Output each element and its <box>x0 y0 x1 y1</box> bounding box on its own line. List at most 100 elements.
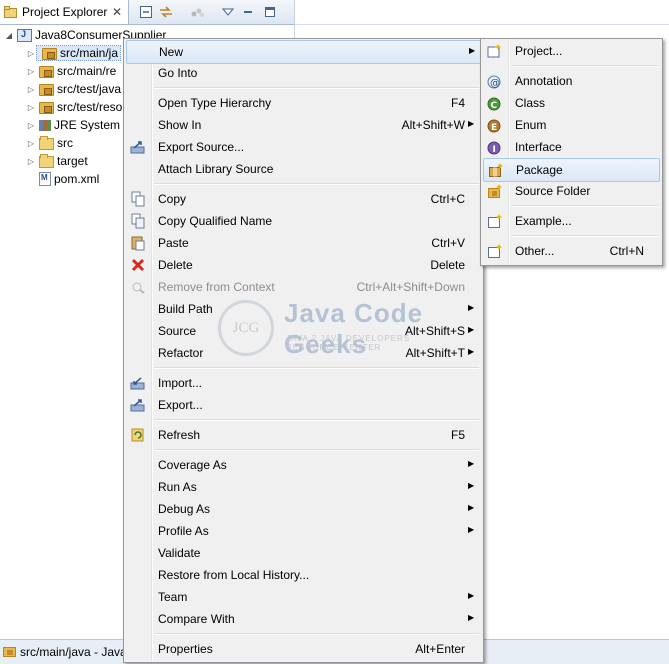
tree-item-label: src/main/re <box>57 64 117 78</box>
tree-item-src-main-java[interactable]: ▷ src/main/ja <box>26 44 122 62</box>
tree-item-label: src <box>57 136 73 150</box>
menu-item-new-class[interactable]: C Class <box>483 92 660 114</box>
expanded-twisty-icon[interactable]: ◢ <box>4 30 14 40</box>
enum-icon: E <box>487 117 503 133</box>
submenu-arrow-icon: ▶ <box>468 503 475 512</box>
collapsed-twisty-icon[interactable]: ▷ <box>26 84 36 94</box>
svg-text:@: @ <box>490 78 500 89</box>
close-icon[interactable]: ✕ <box>112 5 122 19</box>
source-folder-icon <box>487 183 503 199</box>
source-folder-icon <box>3 645 17 660</box>
tree-item-label: pom.xml <box>54 172 100 186</box>
menu-item-build-path[interactable]: Build Path ▶ <box>126 298 481 320</box>
menu-separator <box>154 183 479 185</box>
view-tabbar: Project Explorer ✕ <box>0 0 294 25</box>
menu-item-refresh[interactable]: Refresh F5 <box>126 424 481 446</box>
menu-item-go-into[interactable]: Go Into <box>126 62 481 84</box>
menu-separator <box>154 633 479 635</box>
library-icon <box>39 120 51 131</box>
tree-item-src-test-java[interactable]: ▷ src/test/java <box>26 80 121 98</box>
menu-item-export[interactable]: Export... <box>126 394 481 416</box>
paste-icon <box>130 235 146 251</box>
menu-item-remove-from-context[interactable]: Remove from Context Ctrl+Alt+Shift+Down <box>126 276 481 298</box>
package-icon <box>488 162 504 178</box>
import-icon <box>130 375 146 391</box>
collapsed-twisty-icon[interactable]: ▷ <box>26 102 36 112</box>
tree-item-src-test-resources[interactable]: ▷ src/test/reso <box>26 98 122 116</box>
tree-item-src-main-resources[interactable]: ▷ src/main/re <box>26 62 116 80</box>
menu-item-debug-as[interactable]: Debug As ▶ <box>126 498 481 520</box>
menu-item-validate[interactable]: Validate <box>126 542 481 564</box>
collapsed-twisty-icon[interactable]: ▷ <box>26 156 36 166</box>
menu-item-compare-with[interactable]: Compare With ▶ <box>126 608 481 630</box>
menu-item-new-other[interactable]: Other... Ctrl+N <box>483 240 660 262</box>
menu-item-open-type-hierarchy[interactable]: Open Type Hierarchy F4 <box>126 92 481 114</box>
menu-item-new-project[interactable]: Project... <box>483 40 660 62</box>
menu-item-new-annotation[interactable]: @ Annotation <box>483 70 660 92</box>
menu-item-export-source[interactable]: Export Source... <box>126 136 481 158</box>
submenu-arrow-icon: ▶ <box>469 46 476 55</box>
link-with-editor-icon[interactable] <box>158 4 174 20</box>
collapsed-twisty-icon[interactable]: ▷ <box>26 48 36 58</box>
menu-item-new-example[interactable]: Example... <box>483 210 660 232</box>
tree-item-jre-library[interactable]: ▷ JRE System <box>26 116 120 134</box>
menu-item-import[interactable]: Import... <box>126 372 481 394</box>
maximize-icon[interactable] <box>262 4 278 20</box>
tree-item-label: JRE System <box>54 118 121 132</box>
source-folder-icon <box>39 66 54 78</box>
menu-item-new-package[interactable]: Package <box>483 158 660 182</box>
new-submenu: Project... @ Annotation C Class E Enum I… <box>480 38 663 266</box>
menu-item-coverage-as[interactable]: Coverage As ▶ <box>126 454 481 476</box>
class-icon: C <box>487 95 503 111</box>
new-wizard-icon <box>487 243 503 259</box>
submenu-arrow-icon: ▶ <box>468 347 475 356</box>
context-menu: New ▶ Go Into Open Type Hierarchy F4 Sho… <box>123 38 484 663</box>
menu-item-paste[interactable]: Paste Ctrl+V <box>126 232 481 254</box>
remove-from-context-icon <box>130 279 146 295</box>
menu-separator <box>511 235 658 237</box>
menu-item-new[interactable]: New ▶ <box>126 40 481 64</box>
menu-item-new-interface[interactable]: I Interface <box>483 136 660 158</box>
menu-item-restore-from-local-history[interactable]: Restore from Local History... <box>126 564 481 586</box>
menu-item-source[interactable]: Source Alt+Shift+S ▶ <box>126 320 481 342</box>
annotation-icon: @ <box>487 73 503 89</box>
minimize-icon[interactable] <box>240 4 256 20</box>
tab-project-explorer[interactable]: Project Explorer ✕ <box>0 0 129 24</box>
menu-item-new-source-folder[interactable]: Source Folder <box>483 180 660 202</box>
delete-icon <box>130 257 146 273</box>
menu-item-properties[interactable]: Properties Alt+Enter <box>126 638 481 660</box>
submenu-arrow-icon: ▶ <box>468 613 475 622</box>
collapsed-twisty-icon[interactable]: ▷ <box>26 120 36 130</box>
java-project-icon <box>17 28 32 42</box>
tree-item-label: src/test/reso <box>57 100 123 114</box>
collapsed-twisty-icon[interactable]: ▷ <box>26 66 36 76</box>
menu-item-attach-library-source[interactable]: Attach Library Source <box>126 158 481 180</box>
tree-item-target[interactable]: ▷ target <box>26 152 88 170</box>
menu-item-delete[interactable]: Delete Delete <box>126 254 481 276</box>
submenu-arrow-icon: ▶ <box>468 459 475 468</box>
menu-item-copy-qualified-name[interactable]: Copy Qualified Name <box>126 210 481 232</box>
menu-item-profile-as[interactable]: Profile As ▶ <box>126 520 481 542</box>
tree-item-label: target <box>57 154 88 168</box>
collapse-all-icon[interactable] <box>138 4 154 20</box>
tree-item-label: src/test/java <box>57 82 122 96</box>
collapsed-twisty-icon[interactable]: ▷ <box>26 138 36 148</box>
view-menu-icon[interactable] <box>220 4 236 20</box>
menu-item-refactor[interactable]: Refactor Alt+Shift+T ▶ <box>126 342 481 364</box>
svg-text:I: I <box>493 145 496 155</box>
tree-item-src[interactable]: ▷ src <box>26 134 73 152</box>
editor-area-top <box>295 0 669 25</box>
tab-title: Project Explorer <box>22 5 108 19</box>
menu-separator <box>154 87 479 89</box>
refresh-icon <box>130 427 146 443</box>
menu-item-new-enum[interactable]: E Enum <box>483 114 660 136</box>
status-text: src/main/java - Java <box>20 645 127 659</box>
menu-item-team[interactable]: Team ▶ <box>126 586 481 608</box>
new-project-icon <box>487 43 503 59</box>
menu-item-run-as[interactable]: Run As ▶ <box>126 476 481 498</box>
tree-item-pom[interactable]: pom.xml <box>36 170 99 188</box>
export-icon <box>130 397 146 413</box>
menu-item-show-in[interactable]: Show In Alt+Shift+W ▶ <box>126 114 481 136</box>
filter-icon[interactable] <box>190 4 206 20</box>
menu-item-copy[interactable]: Copy Ctrl+C <box>126 188 481 210</box>
